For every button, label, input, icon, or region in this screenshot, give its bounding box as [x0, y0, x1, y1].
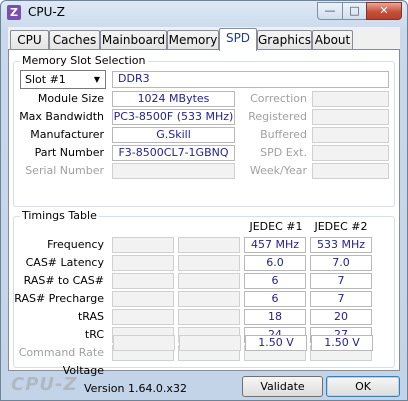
cpuz-app-icon: Z: [7, 5, 21, 20]
validate-button[interactable]: Validate: [242, 376, 323, 397]
frequency-jedec1: 457 MHz: [244, 237, 306, 253]
frequency-jedec2: 533 MHz: [310, 237, 372, 253]
timing-cell: [178, 291, 240, 307]
tab-mainboard[interactable]: Mainboard: [100, 30, 167, 50]
ras-precharge-jedec2: 7: [310, 291, 372, 307]
ok-button[interactable]: OK: [326, 376, 400, 397]
timing-cell: [178, 273, 240, 289]
correction-field: [312, 91, 389, 107]
part-number-field: F3-8500CL7-1GBNQ: [112, 145, 235, 161]
spd-panel: Memory Slot Selection Slot #1 ▼ DDR3 Mod…: [8, 49, 400, 377]
buffered-label: Buffered: [260, 128, 307, 141]
tab-about[interactable]: About: [312, 30, 353, 50]
spd-ext-field: [312, 145, 389, 161]
tab-graphics[interactable]: Graphics: [257, 30, 312, 50]
tras-jedec1: 18: [244, 309, 306, 325]
jedec2-header: JEDEC #2: [314, 220, 368, 233]
footer-bar: CPU-Z Version 1.64.0.x32 Validate OK: [1, 371, 407, 401]
timing-cell: [113, 335, 175, 351]
timing-cell: [112, 309, 174, 325]
cas-jedec1: 6.0: [244, 255, 306, 271]
voltage-jedec2: 1.50 V: [311, 335, 373, 351]
timing-cell: [112, 273, 174, 289]
spd-ext-label: SPD Ext.: [260, 146, 307, 159]
memory-slot-group: Memory Slot Selection Slot #1 ▼ DDR3 Mod…: [13, 54, 395, 207]
part-number-label: Part Number: [34, 146, 104, 159]
max-bandwidth-label: Max Bandwidth: [19, 110, 104, 123]
timing-cell: [178, 237, 240, 253]
tras-jedec2: 20: [310, 309, 372, 325]
module-size-label: Module Size: [37, 92, 104, 105]
tab-cpu[interactable]: CPU: [10, 30, 49, 50]
ras-precharge-label: RAS# Precharge: [14, 292, 104, 305]
week-year-field: [312, 163, 389, 179]
jedec1-header: JEDEC #1: [249, 220, 303, 233]
cas-latency-label: CAS# Latency: [25, 256, 104, 269]
tras-label: tRAS: [77, 310, 104, 323]
tab-bar: CPU Caches Mainboard Memory SPD Graphics…: [8, 28, 400, 51]
command-rate-label: Command Rate: [18, 346, 104, 359]
manufacturer-label: Manufacturer: [30, 128, 104, 141]
ras-precharge-jedec1: 6: [244, 291, 306, 307]
tab-memory[interactable]: Memory: [167, 30, 219, 50]
timing-cell: [178, 255, 240, 271]
week-year-label: Week/Year: [249, 164, 307, 177]
registered-field: [312, 109, 389, 125]
timing-cell: [112, 255, 174, 271]
registered-label: Registered: [248, 110, 307, 123]
window-title: CPU-Z: [28, 5, 65, 19]
close-button[interactable]: ✕: [366, 2, 402, 20]
memory-type-field: DDR3: [112, 71, 389, 88]
max-bandwidth-field: PC3-8500F (533 MHz): [112, 109, 235, 125]
ras-to-cas-jedec2: 7: [310, 273, 372, 289]
timing-cell: [112, 291, 174, 307]
tab-spd[interactable]: SPD: [219, 28, 257, 51]
tab-caches[interactable]: Caches: [49, 30, 100, 50]
cas-jedec2: 7.0: [310, 255, 372, 271]
timing-cell: [178, 309, 240, 325]
timing-cell: [179, 335, 241, 351]
ras-to-cas-label: RAS# to CAS#: [23, 274, 104, 287]
trc-label: tRC: [84, 328, 104, 341]
ras-to-cas-jedec1: 6: [244, 273, 306, 289]
serial-number-label: Serial Number: [25, 164, 104, 177]
client-area: CPU Caches Mainboard Memory SPD Graphics…: [8, 27, 400, 377]
correction-label: Correction: [250, 92, 307, 105]
timing-cell: [112, 237, 174, 253]
timings-table-title: Timings Table: [20, 209, 99, 222]
maximize-button[interactable]: □: [342, 2, 367, 20]
slot-select-value: Slot #1: [25, 73, 66, 86]
buffered-field: [312, 127, 389, 143]
minimize-button[interactable]: —: [317, 2, 343, 20]
cpuz-logo: CPU-Z: [11, 374, 78, 395]
serial-number-field: [112, 163, 235, 179]
memory-slot-group-title: Memory Slot Selection: [20, 54, 148, 67]
slot-select[interactable]: Slot #1 ▼: [20, 70, 106, 89]
title-bar[interactable]: Z CPU-Z — □ ✕: [1, 1, 407, 25]
voltage-jedec1: 1.50 V: [245, 335, 307, 351]
module-size-field: 1024 MBytes: [112, 91, 235, 107]
frequency-label: Frequency: [47, 238, 104, 251]
chevron-down-icon: ▼: [93, 75, 101, 84]
version-text: Version 1.64.0.x32: [84, 382, 187, 395]
manufacturer-field: G.Skill: [112, 127, 235, 143]
